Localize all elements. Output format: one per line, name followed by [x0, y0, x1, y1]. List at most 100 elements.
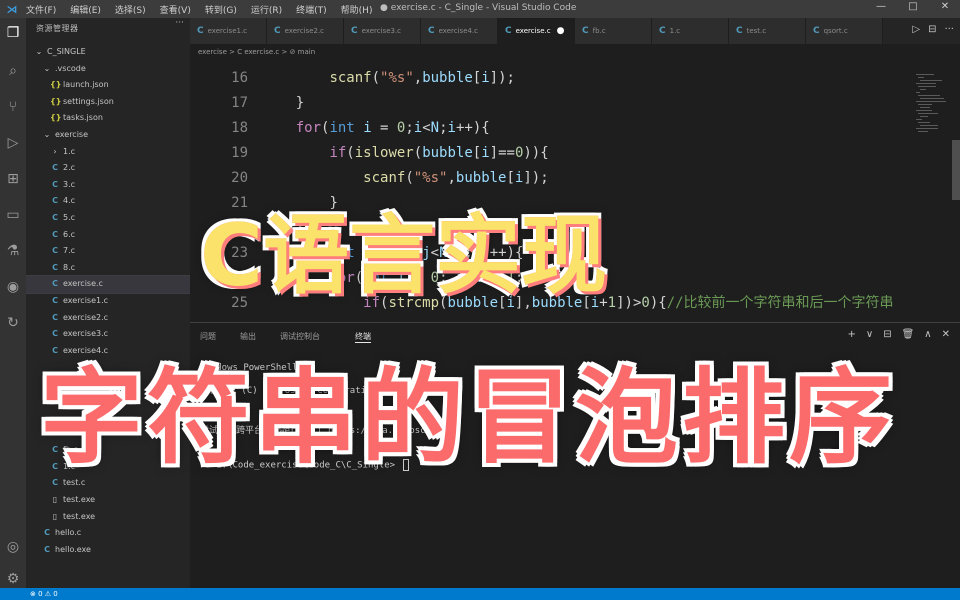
tree-item-label: hello.exe — [55, 544, 91, 554]
minimap[interactable] — [912, 60, 952, 322]
split-editor-icon[interactable]: ⊟ — [928, 24, 936, 35]
account-icon[interactable]: ◎ — [4, 538, 22, 556]
tree-item[interactable]: Cexercise1.c — [26, 293, 190, 310]
code-token: , — [447, 170, 456, 186]
tree-item-label: C_SINGLE — [47, 47, 86, 56]
code-token: i — [447, 120, 456, 136]
menu-item[interactable]: 运行(R) — [249, 3, 284, 16]
editor-actions: ▷ ⊟ ··· — [912, 24, 954, 35]
explorer-icon[interactable]: ❐ — [4, 24, 22, 42]
tab-label: exercise3.c — [361, 27, 402, 35]
c-file-icon: C — [351, 26, 358, 36]
more-actions-icon[interactable]: ··· — [175, 18, 184, 28]
code-token: = — [371, 120, 397, 136]
tree-item-label: 8.c — [63, 262, 76, 272]
code-token: [ — [472, 70, 482, 86]
c-file-icon: C — [274, 26, 281, 36]
menu-item[interactable]: 选择(S) — [113, 3, 148, 16]
c-file-icon: C — [52, 279, 58, 289]
tree-item[interactable]: ⌄ .vscode — [26, 61, 190, 78]
run-icon[interactable]: ▷ — [912, 24, 920, 35]
tree-item[interactable]: ⌄ C_SINGLE — [26, 44, 190, 61]
vscode-logo-icon: ⋊ — [6, 2, 18, 16]
tree-item[interactable]: {} launch.json — [26, 77, 190, 94]
tree-item-label: 2.c — [63, 163, 76, 173]
menu-item[interactable]: 终端(T) — [294, 3, 329, 16]
minimize-button[interactable]: — — [870, 1, 892, 12]
problems-status[interactable]: ⊗ 0 ⚠ 0 — [30, 590, 58, 598]
breadcrumb[interactable]: exercise > C exercise.c > ⊘ main — [190, 44, 960, 60]
editor-tab[interactable]: Cqsort.c — [806, 18, 883, 44]
minimap-line — [918, 113, 938, 114]
minimap-line — [918, 104, 932, 105]
tree-item[interactable]: › 1.c — [26, 144, 190, 161]
tree-item[interactable]: C 5.c — [26, 210, 190, 227]
editor-tab[interactable]: Cexercise4.c — [421, 18, 498, 44]
tree-item[interactable]: C 4.c — [26, 193, 190, 210]
editor-tab[interactable]: Ctest.c — [729, 18, 806, 44]
code-token: ]); — [523, 170, 549, 186]
code-token: ])> — [616, 295, 642, 311]
tree-item[interactable]: C 8.c — [26, 260, 190, 277]
source-control-icon[interactable]: ⑂ — [4, 98, 22, 116]
code-token: ; — [405, 120, 414, 136]
editor-tab[interactable]: Cexercise2.c — [267, 18, 344, 44]
chevron-down-icon: ⌄ — [43, 129, 51, 139]
minimap-line — [918, 77, 924, 78]
tree-item-label: 5.c — [63, 212, 76, 222]
editor-scrollbar[interactable] — [952, 140, 960, 200]
maximize-panel-icon[interactable]: ∧ — [924, 329, 931, 340]
menu-bar: 文件(F) 编辑(E) 选择(S) 查看(V) 转到(G) 运行(R) 终端(T) 帮助(H) — [24, 3, 374, 16]
line-number: 16 — [231, 70, 248, 86]
editor-tab[interactable]: Cexercise1.c — [190, 18, 267, 44]
tree-item-label: 4.c — [63, 196, 76, 206]
testing-icon[interactable]: ⚗ — [4, 242, 22, 260]
window-controls: — □ ✕ — [870, 1, 956, 12]
editor-tab[interactable]: Cfb.c — [575, 18, 652, 44]
tree-item[interactable]: C 7.c — [26, 243, 190, 260]
menu-item[interactable]: 查看(V) — [158, 3, 193, 16]
more-icon[interactable]: ··· — [944, 24, 954, 35]
tree-item[interactable]: Cexercise.c — [26, 275, 190, 294]
tree-item[interactable]: C 6.c — [26, 227, 190, 244]
title-bar: ⋊ 文件(F) 编辑(E) 选择(S) 查看(V) 转到(G) 运行(R) 终端(T) 帮助(… — [0, 0, 960, 18]
explorer-sidebar: 资源管理器 ··· ⌄ C_SINGLE ⌄ .vscode{} launch.json… — [26, 18, 190, 588]
search-icon[interactable]: ⌕ — [4, 62, 22, 80]
minimap-line — [920, 116, 928, 117]
code-token: ( — [371, 70, 381, 86]
live-share-icon[interactable]: ↻ — [4, 314, 22, 332]
tree-item[interactable]: ▯ test.exe — [26, 492, 190, 509]
kill-terminal-icon[interactable]: 🗑 — [902, 329, 915, 340]
code-token: ; — [439, 120, 448, 136]
c-file-icon: C — [52, 179, 58, 189]
settings-gear-icon[interactable]: ⚙ — [4, 570, 22, 588]
menu-item[interactable]: 文件(F) — [24, 3, 58, 16]
code-text: if(islower(bubble[i]==0)){ — [262, 141, 548, 166]
extensions-icon[interactable]: ⊞ — [4, 170, 22, 188]
code-token: i — [481, 70, 490, 86]
editor-tab[interactable]: Cexercise3.c — [344, 18, 421, 44]
tree-item[interactable]: C 3.c — [26, 177, 190, 194]
unsaved-dot-icon[interactable]: ● — [557, 26, 565, 36]
run-debug-icon[interactable]: ▷ — [4, 134, 22, 152]
tree-item[interactable]: ▯ test.exe — [26, 509, 190, 526]
tree-item[interactable]: ⌄ exercise — [26, 127, 190, 144]
maximize-button[interactable]: □ — [902, 1, 924, 12]
menu-item[interactable]: 转到(G) — [203, 3, 239, 16]
tree-item[interactable]: C 2.c — [26, 160, 190, 177]
tree-item[interactable]: Chello.c — [26, 525, 190, 542]
editor-tab[interactable]: C 1.c — [652, 18, 729, 44]
tree-item[interactable]: Chello.exe — [26, 542, 190, 559]
github-icon[interactable]: ◉ — [4, 278, 22, 296]
menu-item[interactable]: 帮助(H) — [339, 3, 375, 16]
close-panel-icon[interactable]: ✕ — [942, 329, 950, 340]
close-window-button[interactable]: ✕ — [934, 1, 956, 12]
tree-item[interactable]: {} tasks.json — [26, 110, 190, 127]
remote-explorer-icon[interactable]: ▭ — [4, 206, 22, 224]
code-token: [ — [506, 170, 515, 186]
editor-tab[interactable]: Cexercise.c ● — [498, 18, 575, 44]
menu-item[interactable]: 编辑(E) — [68, 3, 103, 16]
tree-item[interactable]: {} settings.json — [26, 94, 190, 111]
tree-item[interactable]: Cexercise2.c — [26, 310, 190, 327]
tree-item-label: hello.c — [55, 528, 82, 538]
